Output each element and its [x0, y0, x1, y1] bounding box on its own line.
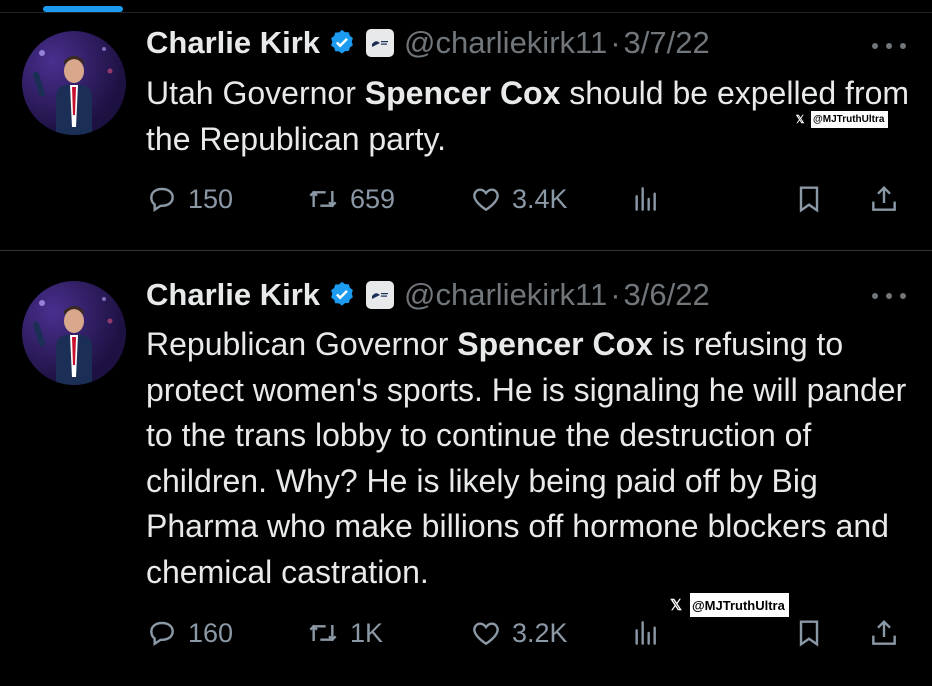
views-button[interactable]	[630, 179, 662, 219]
reply-icon	[150, 621, 174, 647]
retweet-button[interactable]: 1K	[306, 613, 383, 653]
retweet-count: 659	[350, 183, 396, 214]
avatar[interactable]	[22, 31, 126, 135]
reply-count: 150	[188, 183, 234, 214]
x-logo-icon: 𝕏	[789, 111, 811, 128]
share-icon	[872, 619, 896, 645]
share-icon	[872, 185, 896, 211]
retweet-button[interactable]: 659	[306, 179, 395, 219]
like-count: 3.2K	[512, 617, 568, 648]
tweet-text-segment: is refusing to protect women's sports. H…	[146, 326, 916, 590]
tweet-header: Charlie Kirk @charliekirk11 · 3/7/22	[146, 21, 710, 65]
tweet-text-segment: Utah Governor	[146, 75, 365, 111]
like-button[interactable]: 3.2K	[470, 613, 568, 653]
tweet-actions: 160 1K 3.2K	[146, 613, 908, 653]
more-icon[interactable]	[872, 291, 906, 301]
watermark-text: @MJTruthUltra	[813, 114, 885, 125]
author-handle[interactable]: @charliekirk11	[404, 277, 607, 313]
reply-icon	[150, 187, 174, 213]
tweet[interactable]: Charlie Kirk @charliekirk11 · 3/6/22 Rep…	[0, 251, 932, 686]
affiliation-badge-icon[interactable]	[366, 29, 395, 57]
retweet-count: 1K	[350, 617, 384, 648]
watermark: 𝕏 @MJTruthUltra	[662, 593, 789, 617]
bookmark-icon	[799, 186, 819, 213]
views-icon	[635, 621, 656, 645]
bookmark-icon	[799, 620, 819, 647]
like-icon	[473, 188, 499, 212]
watermark: 𝕏 @MJTruthUltra	[789, 111, 889, 128]
separator-dot: ·	[610, 277, 621, 312]
bookmark-button[interactable]	[793, 179, 825, 219]
tweet-header: Charlie Kirk @charliekirk11 · 3/6/22	[146, 273, 710, 317]
tweet-text: Republican Governor Spencer Cox is refus…	[146, 322, 916, 595]
tweet-text-bold: Spencer Cox	[457, 326, 653, 362]
like-count: 3.4K	[512, 183, 568, 214]
share-button[interactable]	[868, 179, 900, 219]
tweet-date[interactable]: 3/7/22	[624, 25, 710, 61]
tweet-text-bold: Spencer Cox	[364, 75, 561, 111]
tweet[interactable]: Charlie Kirk @charliekirk11 · 3/7/22 Uta…	[0, 13, 932, 251]
retweet-icon	[309, 624, 337, 642]
reply-button[interactable]: 160	[146, 613, 233, 653]
tweet-actions: 150 659 3.4K	[146, 179, 908, 219]
affiliation-badge-icon[interactable]	[366, 281, 395, 309]
retweet-icon	[309, 190, 337, 208]
share-button[interactable]	[868, 613, 900, 653]
more-icon[interactable]	[872, 41, 906, 51]
author-name[interactable]: Charlie Kirk	[146, 277, 320, 313]
avatar[interactable]	[22, 281, 126, 385]
watermark-text: @MJTruthUltra	[692, 597, 785, 613]
tweet-text-segment: Republican Governor	[146, 326, 458, 362]
x-logo-icon: 𝕏	[662, 593, 690, 617]
bookmark-button[interactable]	[793, 613, 825, 653]
verified-badge-icon	[327, 280, 357, 310]
like-button[interactable]: 3.4K	[470, 179, 568, 219]
author-handle[interactable]: @charliekirk11	[404, 25, 607, 61]
like-icon	[473, 622, 499, 646]
views-button[interactable]	[630, 613, 662, 653]
author-name[interactable]: Charlie Kirk	[146, 25, 320, 61]
separator-dot: ·	[610, 25, 621, 60]
reply-count: 160	[188, 617, 234, 648]
verified-badge-icon	[327, 28, 357, 58]
views-icon	[635, 187, 656, 211]
reply-button[interactable]: 150	[146, 179, 233, 219]
tweet-date[interactable]: 3/6/22	[624, 277, 710, 313]
